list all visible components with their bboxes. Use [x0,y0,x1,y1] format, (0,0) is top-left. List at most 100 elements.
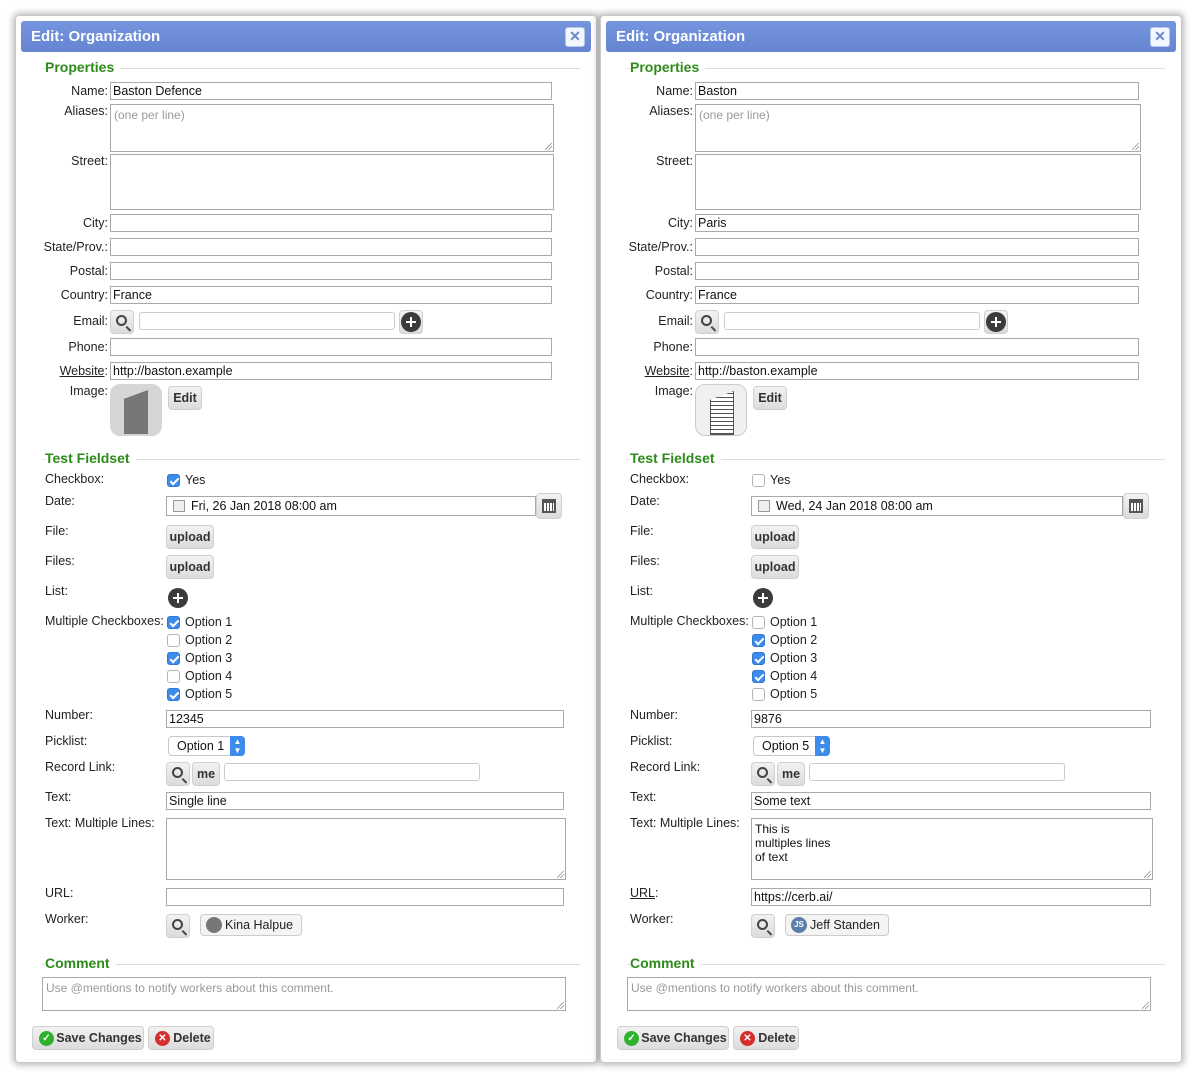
resize-grip[interactable] [1132,143,1139,150]
image-edit-button[interactable]: Edit [753,386,787,410]
record-link-me-button[interactable]: me [192,762,220,786]
delete-button[interactable]: ✕ Delete [733,1026,799,1050]
multi-option-3-checkbox[interactable] [752,652,765,665]
multi-option-4-checkbox[interactable] [752,670,765,683]
text-input[interactable]: Some text [751,792,1151,810]
picklist-select[interactable]: Option 5 ▲ ▼ [753,736,830,756]
city-input[interactable] [110,214,552,232]
plus-circle-icon [986,312,1006,332]
resize-grip[interactable] [557,871,564,878]
city-input[interactable]: Paris [695,214,1139,232]
website-input[interactable]: http://baston.example [110,362,552,380]
multi-option-2-checkbox[interactable] [167,634,180,647]
state-input[interactable] [695,238,1139,256]
state-label: State/Prov.: [628,240,693,254]
files-upload-button[interactable]: upload [166,555,214,579]
multi-option-4-checkbox[interactable] [167,670,180,683]
record-link-search-button[interactable] [166,762,190,786]
email-add-button[interactable] [399,310,423,334]
website-link[interactable]: Website [645,364,690,378]
number-input[interactable]: 9876 [751,710,1151,728]
save-changes-button[interactable]: ✓ Save Changes [32,1026,144,1050]
city-label: City: [668,216,693,230]
worker-search-button[interactable] [751,914,775,938]
list-add-icon[interactable] [753,588,773,608]
record-link-me-button[interactable]: me [777,762,805,786]
country-input[interactable]: France [695,286,1139,304]
worker-chip[interactable]: Kina Halpue [200,914,303,936]
url-label: URL: [45,886,74,900]
website-link[interactable]: Website [60,364,105,378]
worker-search-button[interactable] [166,914,190,938]
file-upload-button[interactable]: upload [166,525,214,549]
fieldset-rule [627,964,1165,965]
url-link[interactable]: URL [630,886,655,900]
postal-input[interactable] [110,262,552,280]
name-input[interactable]: Baston [695,82,1139,100]
search-icon [757,919,768,930]
resize-grip[interactable] [557,1002,564,1009]
multi-option-5-checkbox[interactable] [752,688,765,701]
comment-textarea[interactable]: Use @mentions to notify workers about th… [42,977,566,1011]
multi-option-1-checkbox[interactable] [752,616,765,629]
date-input[interactable]: Wed, 24 Jan 2018 08:00 am [751,496,1123,516]
email-search-input[interactable] [139,312,395,330]
name-input[interactable]: Baston Defence [110,82,552,100]
street-textarea[interactable] [110,154,554,210]
files-upload-button[interactable]: upload [751,555,799,579]
multi-option-2-label: Option 2 [770,633,818,647]
resize-grip[interactable] [1142,1002,1149,1009]
number-input[interactable]: 12345 [166,710,564,728]
text-multiple-lines-textarea[interactable]: This is multiples lines of text [751,818,1153,880]
record-link-input[interactable] [224,763,480,781]
email-search-button[interactable] [695,310,719,334]
url-input[interactable]: https://cerb.ai/ [751,888,1151,906]
picklist-select[interactable]: Option 1 ▲ ▼ [168,736,245,756]
email-search-button[interactable] [110,310,134,334]
dialog-title: Edit: Organization [616,28,746,45]
email-add-button[interactable] [984,310,1008,334]
street-textarea[interactable] [695,154,1141,210]
aliases-textarea[interactable]: (one per line) [110,104,554,152]
postal-input[interactable] [695,262,1139,280]
date-picker-button[interactable] [536,493,562,519]
checkbox-yes[interactable] [167,474,180,487]
search-icon [172,919,183,930]
image-edit-button[interactable]: Edit [168,386,202,410]
save-changes-button[interactable]: ✓ Save Changes [617,1026,729,1050]
checkbox-yes[interactable] [752,474,765,487]
multi-option-5-checkbox[interactable] [167,688,180,701]
worker-chip[interactable]: JS Jeff Standen [785,914,889,936]
multi-option-2-checkbox[interactable] [752,634,765,647]
comment-textarea[interactable]: Use @mentions to notify workers about th… [627,977,1151,1011]
date-picker-button[interactable] [1123,493,1149,519]
phone-input[interactable] [110,338,552,356]
multi-option-1-checkbox[interactable] [167,616,180,629]
record-link-input[interactable] [809,763,1065,781]
file-upload-button[interactable]: upload [751,525,799,549]
multi-option-3-label: Option 3 [185,651,233,665]
name-label: Name: [656,84,693,98]
phone-input[interactable] [695,338,1139,356]
resize-grip[interactable] [1144,871,1151,878]
date-input[interactable]: Fri, 26 Jan 2018 08:00 am [166,496,536,516]
state-input[interactable] [110,238,552,256]
multi-option-3-checkbox[interactable] [167,652,180,665]
email-search-input[interactable] [724,312,980,330]
close-icon[interactable]: ✕ [565,27,585,47]
website-input[interactable]: http://baston.example [695,362,1139,380]
text-multiple-lines-textarea[interactable] [166,818,566,880]
delete-button[interactable]: ✕ Delete [148,1026,214,1050]
list-add-icon[interactable] [168,588,188,608]
aliases-textarea[interactable]: (one per line) [695,104,1141,152]
url-input[interactable] [166,888,564,906]
text-input[interactable]: Single line [166,792,564,810]
close-icon[interactable]: ✕ [1150,27,1170,47]
dialog-titlebar[interactable]: Edit: Organization ✕ [21,21,591,52]
multi-option-3-label: Option 3 [770,651,818,665]
country-input[interactable]: France [110,286,552,304]
resize-grip[interactable] [545,143,552,150]
record-link-search-button[interactable] [751,762,775,786]
dialog-titlebar[interactable]: Edit: Organization ✕ [606,21,1176,52]
fieldset-rule [627,68,1165,69]
